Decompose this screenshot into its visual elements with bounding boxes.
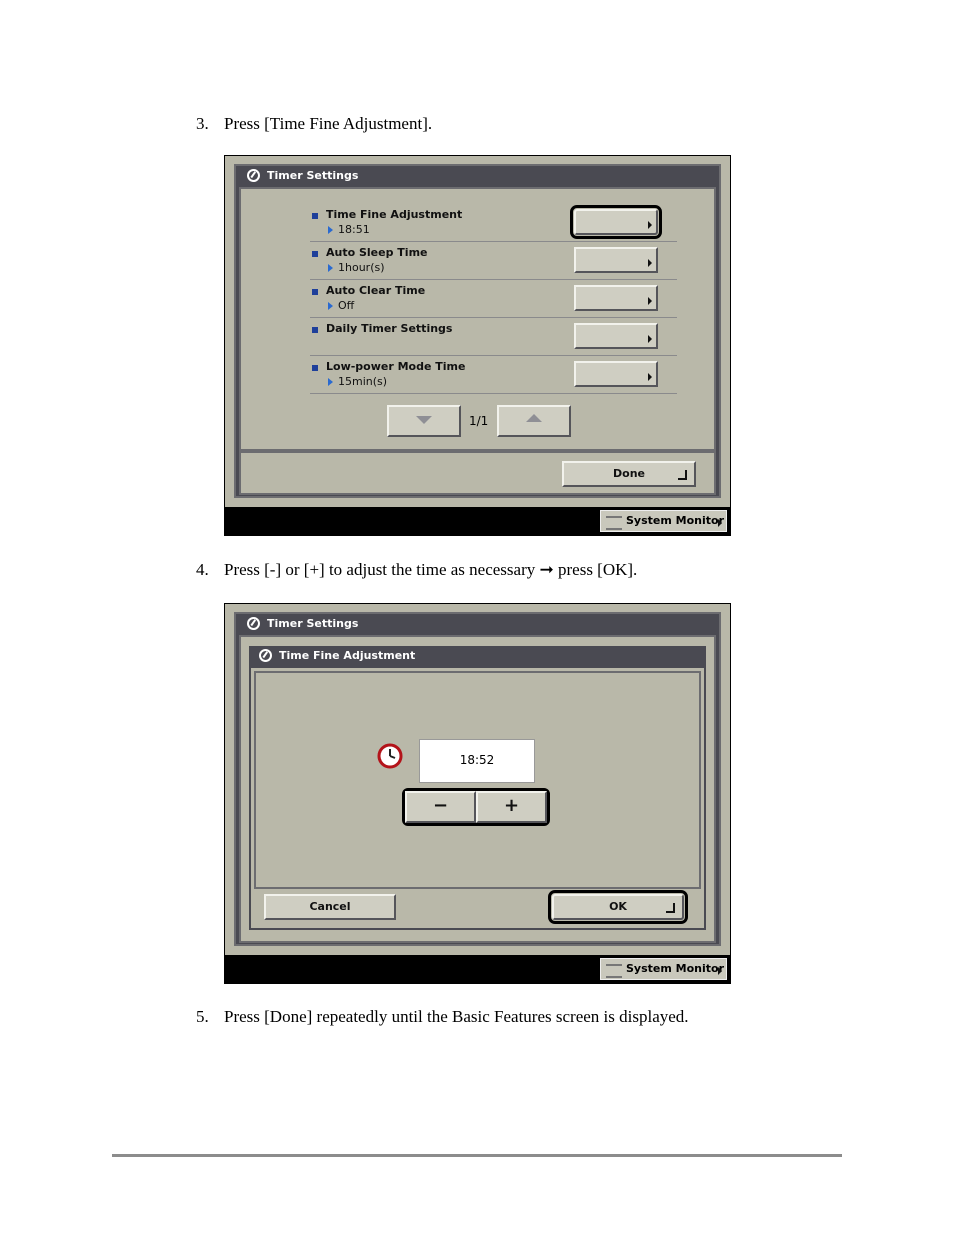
title-bar: Timer Settings: [237, 614, 718, 634]
step-number: 4.: [196, 560, 209, 579]
triangle-up-icon: [526, 414, 542, 422]
content-area: 18:52 − +: [254, 671, 701, 889]
arrow-right-icon: [648, 221, 652, 229]
bullet-icon: [312, 327, 318, 333]
arrow-right-icon: [648, 259, 652, 267]
arrow-right-icon: [648, 373, 652, 381]
item-value: 1hour(s): [328, 261, 385, 274]
stepper: − +: [402, 788, 550, 826]
status-bar: System Monitor: [225, 955, 730, 983]
bullet-icon: [312, 213, 318, 219]
monitor-icon: [606, 964, 622, 978]
system-monitor-button[interactable]: System Monitor: [600, 958, 727, 980]
settings-icon: [247, 169, 260, 182]
bullet-icon: [312, 365, 318, 371]
page-indicator: 1/1: [469, 414, 489, 428]
system-monitor-label: System Monitor: [626, 962, 724, 975]
list-panel: Time Fine Adjustment 18:51 Auto Sleep Ti…: [239, 187, 716, 451]
settings-icon: [247, 617, 260, 630]
dialog-panel: 18:52 − + Cancel OK: [249, 666, 706, 930]
bullet-icon: [312, 289, 318, 295]
return-icon: [678, 470, 687, 480]
footer-panel: Done: [239, 451, 716, 495]
screen-title: Timer Settings: [267, 169, 359, 182]
item-label: Time Fine Adjustment: [326, 208, 463, 221]
return-icon: [666, 903, 675, 913]
page-down-button[interactable]: [387, 405, 461, 437]
dialog-title: Time Fine Adjustment: [279, 649, 416, 662]
settings-icon: [259, 649, 272, 662]
arrow-right-icon: [648, 297, 652, 305]
step-5: 5. Press [Done] repeatedly until the Basi…: [196, 1007, 689, 1027]
system-monitor-button[interactable]: System Monitor: [600, 510, 727, 532]
triangle-down-icon: [416, 416, 432, 424]
item-value: 15min(s): [327, 375, 388, 388]
step-3: 3. Press [Time Fine Adjustment].: [196, 114, 432, 134]
step-text: Press [Done] repeatedly until the Basic …: [224, 1007, 689, 1026]
minus-label: −: [432, 795, 449, 816]
plus-label: +: [503, 795, 520, 816]
plus-button[interactable]: +: [476, 791, 547, 823]
step-text: Press [-] or [+] to adjust the time as n…: [224, 560, 638, 579]
footer-rule: [112, 1154, 842, 1157]
title-bar: Timer Settings: [237, 166, 718, 186]
step-number: 5.: [196, 1007, 209, 1026]
arrow-right-icon: [648, 335, 652, 343]
auto-sleep-time-button[interactable]: [574, 247, 658, 273]
item-value: 18:51: [328, 223, 370, 236]
ok-button[interactable]: OK: [548, 890, 688, 924]
item-label: Daily Timer Settings: [326, 322, 453, 335]
ok-label: OK: [609, 900, 627, 913]
done-label: Done: [613, 467, 645, 480]
item-label: Auto Sleep Time: [326, 246, 428, 259]
daily-timer-settings-button[interactable]: [574, 323, 658, 349]
arrow-right-icon: [718, 967, 722, 975]
time-fine-adjustment-button[interactable]: [570, 205, 662, 239]
item-value: Off: [327, 299, 355, 312]
system-monitor-label: System Monitor: [626, 514, 724, 527]
step-4: 4. Press [-] or [+] to adjust the time as…: [196, 560, 637, 580]
cancel-button[interactable]: Cancel: [264, 894, 396, 920]
cancel-label: Cancel: [309, 900, 351, 913]
page-up-button[interactable]: [497, 405, 571, 437]
time-display: 18:52: [419, 739, 535, 783]
item-label: Auto Clear Time: [326, 284, 426, 297]
step-number: 3.: [196, 114, 209, 133]
minus-button[interactable]: −: [405, 791, 476, 823]
low-power-mode-time-button[interactable]: [574, 361, 658, 387]
bullet-icon: [312, 251, 318, 257]
clock-icon: [377, 743, 403, 769]
time-fine-adjustment-screen: Timer Settings Time Fine Adjustment 18:5…: [224, 603, 731, 984]
monitor-icon: [606, 516, 622, 530]
screen-title: Timer Settings: [267, 617, 359, 630]
timer-settings-screen: Timer Settings Time Fine Adjustment 18:5…: [224, 155, 731, 536]
dialog-title-bar: Time Fine Adjustment: [249, 646, 706, 666]
auto-clear-time-button[interactable]: [574, 285, 658, 311]
step-text: Press [Time Fine Adjustment].: [224, 114, 433, 133]
item-label: Low-power Mode Time: [326, 360, 466, 373]
done-button[interactable]: Done: [562, 461, 696, 487]
arrow-right-icon: [718, 519, 722, 527]
status-bar: System Monitor: [225, 507, 730, 535]
